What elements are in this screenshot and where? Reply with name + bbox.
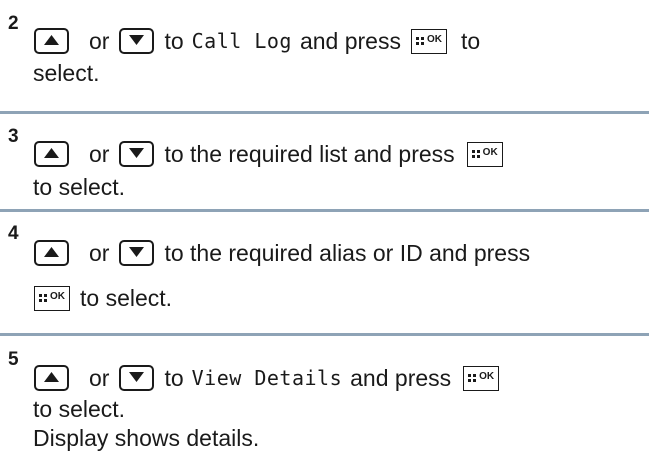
step-number: 5 xyxy=(8,349,19,370)
menu-item-view-details: View Details xyxy=(191,366,343,390)
menu-item-call-log: Call Log xyxy=(191,29,292,53)
step-2-line-1: or to Call Log and press OK to xyxy=(34,28,480,54)
step-result-text: Display shows details. xyxy=(33,425,260,451)
menu-ok-button-icon: OK xyxy=(463,365,500,391)
or-text: or xyxy=(89,364,110,391)
step-text: to the required alias or ID and press xyxy=(164,239,531,266)
ok-label: OK xyxy=(479,370,495,382)
step-5-line-2: to select. xyxy=(33,398,125,421)
step-text: to xyxy=(164,27,184,54)
down-arrow-button-icon xyxy=(119,365,155,391)
or-text: or xyxy=(89,140,110,167)
up-arrow-button-icon xyxy=(34,240,69,266)
step-number: 2 xyxy=(8,13,19,34)
step-text: and press xyxy=(299,27,401,54)
ok-label: OK xyxy=(482,146,498,158)
step-text: to select. xyxy=(80,285,173,311)
ok-label: OK xyxy=(50,291,65,302)
step-number: 3 xyxy=(8,126,19,147)
menu-ok-button-icon: OK xyxy=(466,141,503,167)
menu-ok-button-icon: OK xyxy=(410,28,447,54)
step-2-line-2: select. xyxy=(33,62,99,85)
step-5-line-1: or to View Details and press OK xyxy=(34,364,500,391)
step-text: to select. xyxy=(33,174,126,200)
step-divider xyxy=(0,333,649,336)
step-5-line-3: Display shows details. xyxy=(33,427,259,450)
menu-ok-button-icon: OK xyxy=(34,286,70,311)
down-arrow-button-icon xyxy=(119,141,155,167)
ok-label: OK xyxy=(426,33,442,45)
step-4-line-2: OK to select. xyxy=(34,286,172,311)
down-arrow-button-icon xyxy=(119,240,155,266)
step-3-line-1: or to the required list and press OK xyxy=(34,141,503,167)
step-text: to the required list and press xyxy=(164,140,455,167)
step-text: select. xyxy=(33,60,100,86)
step-text: to xyxy=(460,27,481,54)
step-divider xyxy=(0,209,649,212)
step-4-line-1: or to the required alias or ID and press xyxy=(34,240,530,266)
or-text: or xyxy=(89,239,110,266)
up-arrow-button-icon xyxy=(34,28,69,54)
step-text: to xyxy=(164,364,184,391)
step-number: 4 xyxy=(8,223,19,244)
up-arrow-button-icon xyxy=(34,365,69,391)
down-arrow-button-icon xyxy=(119,28,155,54)
step-text: and press xyxy=(350,364,452,391)
step-divider xyxy=(0,111,649,114)
step-text: to select. xyxy=(33,396,126,422)
step-3-line-2: to select. xyxy=(33,176,125,199)
or-text: or xyxy=(89,27,110,54)
up-arrow-button-icon xyxy=(34,141,69,167)
